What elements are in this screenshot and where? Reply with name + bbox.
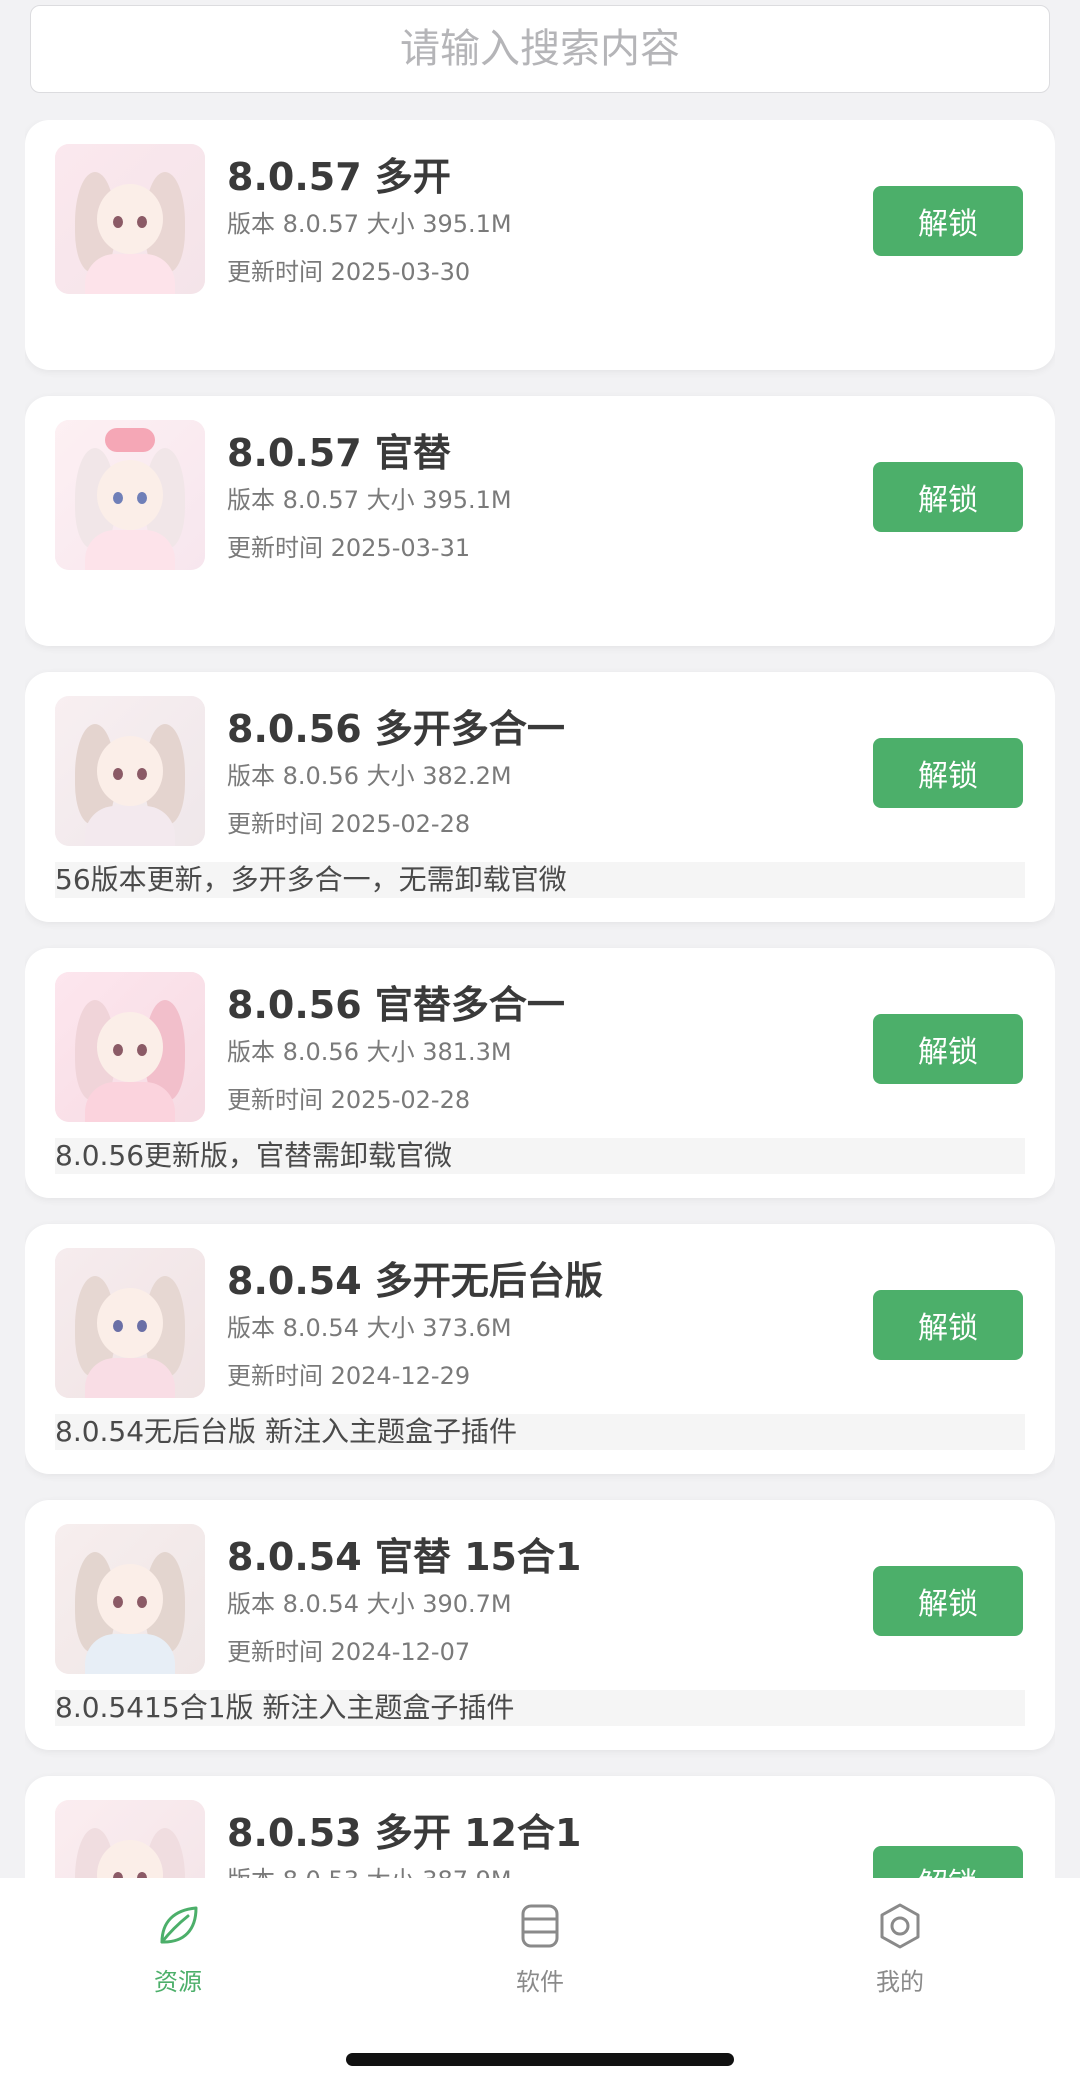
tab-label: 我的: [876, 1968, 924, 1996]
search-box[interactable]: [30, 5, 1050, 93]
item-title: 8.0.56 官替多合一: [227, 983, 565, 1027]
item-title: 8.0.54 多开无后台版: [227, 1259, 603, 1303]
thumbnail-image: [55, 144, 205, 294]
list-item[interactable]: 8.0.54 多开无后台版 版本 8.0.54 大小 373.6M 更新时间 2…: [25, 1224, 1055, 1474]
item-description: 8.0.54无后台版 新注入主题盒子插件: [55, 1414, 1025, 1450]
unlock-button[interactable]: 解锁: [873, 1290, 1023, 1360]
list-item[interactable]: 8.0.53 多开 12合1 版本 8.0.53 大小 387.9M 解锁: [25, 1776, 1055, 1878]
item-update-time: 更新时间 2025-02-28: [227, 810, 471, 838]
tab-software[interactable]: 软件: [440, 1900, 640, 2010]
item-update-time: 更新时间 2025-03-30: [227, 258, 471, 286]
item-title: 8.0.56 多开多合一: [227, 707, 565, 751]
unlock-button[interactable]: 解锁: [873, 1846, 1023, 1878]
list-item[interactable]: 8.0.57 多开 版本 8.0.57 大小 395.1M 更新时间 2025-…: [25, 120, 1055, 370]
thumbnail-image: [55, 1800, 205, 1878]
item-title: 8.0.57 官替: [227, 431, 451, 475]
tab-mine[interactable]: 我的: [800, 1900, 1000, 2010]
thumbnail-image: [55, 420, 205, 570]
item-update-time: 更新时间 2025-03-31: [227, 534, 471, 562]
list-item[interactable]: 8.0.56 多开多合一 版本 8.0.56 大小 382.2M 更新时间 20…: [25, 672, 1055, 922]
item-update-time: 更新时间 2024-12-07: [227, 1638, 471, 1666]
tab-label: 资源: [154, 1968, 202, 1996]
thumbnail-image: [55, 1524, 205, 1674]
thumbnail-image: [55, 696, 205, 846]
unlock-button[interactable]: 解锁: [873, 186, 1023, 256]
resource-list[interactable]: 8.0.57 多开 版本 8.0.57 大小 395.1M 更新时间 2025-…: [25, 120, 1055, 1878]
list-item[interactable]: 8.0.56 官替多合一 版本 8.0.56 大小 381.3M 更新时间 20…: [25, 948, 1055, 1198]
item-version-size: 版本 8.0.54 大小 373.6M: [227, 1314, 512, 1342]
tab-resources[interactable]: 资源: [78, 1900, 278, 2010]
item-title: 8.0.57 多开: [227, 155, 451, 199]
item-version-size: 版本 8.0.57 大小 395.1M: [227, 486, 512, 514]
search-bar: [30, 5, 1050, 93]
unlock-button[interactable]: 解锁: [873, 1566, 1023, 1636]
tab-label: 软件: [516, 1968, 564, 1996]
leaf-icon: [160, 1906, 198, 1944]
item-version-size: 版本 8.0.56 大小 382.2M: [227, 762, 512, 790]
thumbnail-image: [55, 1248, 205, 1398]
list-item[interactable]: 8.0.57 官替 版本 8.0.57 大小 395.1M 更新时间 2025-…: [25, 396, 1055, 646]
thumbnail-image: [55, 972, 205, 1122]
item-update-time: 更新时间 2024-12-29: [227, 1362, 471, 1390]
item-title: 8.0.54 官替 15合1: [227, 1535, 582, 1579]
item-version-size: 版本 8.0.53 大小 387.9M: [227, 1860, 512, 1878]
unlock-button[interactable]: 解锁: [873, 1014, 1023, 1084]
home-indicator[interactable]: [346, 2053, 734, 2066]
item-version-size: 版本 8.0.54 大小 390.7M: [227, 1590, 512, 1618]
item-description: 56版本更新，多开多合一，无需卸载官微: [55, 862, 1025, 898]
item-description: 8.0.5415合1版 新注入主题盒子插件: [55, 1690, 1025, 1726]
server-icon: [521, 1904, 559, 1948]
gear-icon: [880, 1903, 920, 1949]
unlock-button[interactable]: 解锁: [873, 738, 1023, 808]
item-version-size: 版本 8.0.56 大小 381.3M: [227, 1038, 512, 1066]
item-description: 8.0.56更新版，官替需卸载官微: [55, 1138, 1025, 1174]
search-input[interactable]: [31, 6, 1049, 92]
item-version-size: 版本 8.0.57 大小 395.1M: [227, 210, 512, 238]
item-title: 8.0.53 多开 12合1: [227, 1811, 582, 1855]
list-item[interactable]: 8.0.54 官替 15合1 版本 8.0.54 大小 390.7M 更新时间 …: [25, 1500, 1055, 1750]
unlock-button[interactable]: 解锁: [873, 462, 1023, 532]
item-update-time: 更新时间 2025-02-28: [227, 1086, 471, 1114]
